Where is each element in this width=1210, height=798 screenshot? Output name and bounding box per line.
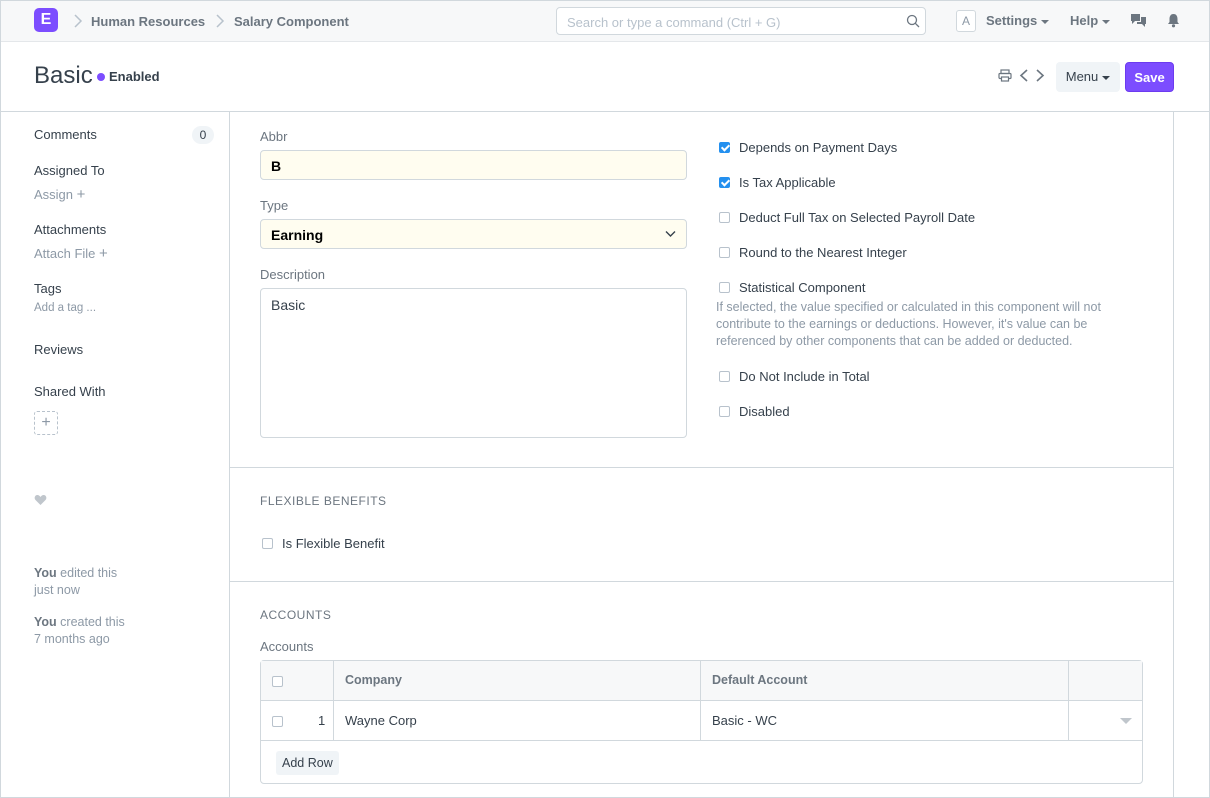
- sidebar-reviews: Reviews: [34, 342, 84, 357]
- search-icon: [906, 14, 920, 28]
- sidebar-shared-with: Shared With: [34, 384, 106, 399]
- sidebar-tags: Tags: [34, 281, 62, 296]
- status-badge: Enabled: [109, 69, 160, 84]
- activity-user: You: [34, 615, 57, 629]
- flexible-benefits-heading[interactable]: FLEXIBLE BENEFITS: [260, 494, 387, 508]
- activity-item: You created this 7 months ago: [34, 614, 154, 648]
- menu-button[interactable]: Menu: [1056, 62, 1120, 92]
- do-not-include-total-label: Do Not Include in Total: [739, 369, 870, 384]
- add-tag-input[interactable]: Add a tag ...: [34, 302, 96, 314]
- page-title: Basic: [34, 62, 93, 89]
- help-dropdown[interactable]: Help: [1070, 13, 1111, 28]
- select-all-checkbox[interactable]: [272, 676, 283, 687]
- is-tax-applicable-label: Is Tax Applicable: [739, 175, 836, 190]
- activity-action: created this: [60, 615, 125, 629]
- accounts-table-label: Accounts: [260, 639, 314, 654]
- table-header: Company Default Account: [261, 661, 1142, 701]
- column-company: Company: [345, 673, 402, 687]
- settings-dropdown[interactable]: Settings: [986, 13, 1050, 28]
- sidebar-comments[interactable]: Comments: [34, 127, 97, 142]
- assign-link[interactable]: Assign +: [34, 186, 85, 203]
- status-indicator: [97, 73, 105, 81]
- section-divider: [230, 467, 1173, 468]
- activity-time: just now: [34, 583, 80, 597]
- plus-icon: +: [99, 245, 108, 262]
- search-input[interactable]: Search or type a command (Ctrl + G): [556, 7, 926, 35]
- row-index: 1: [318, 713, 326, 728]
- description-textarea[interactable]: Basic: [260, 288, 687, 438]
- disabled-label: Disabled: [739, 404, 790, 419]
- description-label: Description: [260, 267, 326, 282]
- statistical-component-help: If selected, the value specified or calc…: [716, 300, 1101, 348]
- column-divider: [333, 661, 334, 741]
- section-divider: [230, 581, 1173, 582]
- statistical-component-label: Statistical Component: [739, 280, 866, 295]
- accounts-table: Company Default Account 1 Wayne Corp Bas…: [260, 660, 1143, 784]
- row-edit-caret-icon[interactable]: [1120, 718, 1132, 724]
- chevron-left-icon[interactable]: [1019, 69, 1029, 82]
- statistical-component-checkbox[interactable]: [719, 282, 730, 293]
- is-tax-applicable-checkbox[interactable]: [719, 177, 730, 188]
- bell-icon[interactable]: [1167, 13, 1180, 28]
- activity-user: You: [34, 566, 57, 580]
- is-flexible-benefit-checkbox[interactable]: [262, 538, 273, 549]
- chevron-right-icon: [216, 14, 225, 28]
- depends-on-payment-days-checkbox[interactable]: [719, 142, 730, 153]
- deduct-full-tax-label: Deduct Full Tax on Selected Payroll Date: [739, 210, 976, 225]
- menu-label: Menu: [1065, 69, 1099, 84]
- cell-default-account[interactable]: Basic - WC: [712, 713, 777, 728]
- printer-icon[interactable]: [998, 69, 1012, 82]
- breadcrumb-human-resources[interactable]: Human Resources: [91, 14, 205, 29]
- accounts-heading[interactable]: ACCOUNTS: [260, 608, 331, 622]
- depends-on-payment-days-label: Depends on Payment Days: [739, 140, 898, 155]
- activity-item: You edited this just now: [34, 565, 154, 599]
- sidebar-attachments: Attachments: [34, 222, 107, 237]
- caret-down-icon: [1102, 75, 1111, 80]
- heart-icon[interactable]: [34, 494, 47, 506]
- deduct-full-tax-checkbox[interactable]: [719, 212, 730, 223]
- abbr-label: Abbr: [260, 129, 288, 144]
- attach-file-label: Attach File: [34, 246, 96, 261]
- is-flexible-benefit-label: Is Flexible Benefit: [282, 536, 385, 551]
- row-select-checkbox[interactable]: [272, 716, 283, 727]
- navbar: E Human Resources Salary Component Searc…: [1, 1, 1209, 42]
- activity-action: edited this: [60, 566, 118, 580]
- comments-count-badge: 0: [192, 126, 214, 144]
- disabled-checkbox[interactable]: [719, 406, 730, 417]
- form-main: Abbr B Type Earning Description Basic De…: [229, 112, 1174, 798]
- assign-label: Assign: [34, 187, 74, 202]
- column-divider: [1068, 661, 1069, 741]
- plus-icon: +: [76, 186, 86, 203]
- caret-down-icon: [1041, 19, 1050, 24]
- table-row[interactable]: 1 Wayne Corp Basic - WC: [261, 701, 1142, 741]
- column-default-account: Default Account: [712, 673, 808, 687]
- chevron-right-icon[interactable]: [1035, 69, 1045, 82]
- breadcrumb-salary-component[interactable]: Salary Component: [234, 14, 349, 29]
- add-share-button[interactable]: +: [34, 411, 58, 435]
- add-row-button[interactable]: Add Row: [276, 751, 339, 775]
- search-placeholder: Search or type a command (Ctrl + G): [567, 15, 781, 30]
- chevron-right-icon: [74, 14, 83, 28]
- app-logo[interactable]: E: [34, 8, 58, 32]
- chat-icon[interactable]: [1130, 13, 1147, 28]
- avatar[interactable]: A: [956, 10, 976, 32]
- attach-file-link[interactable]: Attach File +: [34, 245, 108, 262]
- round-nearest-integer-checkbox[interactable]: [719, 247, 730, 258]
- type-select-value: Earning: [271, 227, 324, 243]
- column-divider: [700, 661, 701, 741]
- abbr-field[interactable]: B: [260, 150, 687, 180]
- type-label: Type: [260, 198, 289, 213]
- cell-company[interactable]: Wayne Corp: [345, 713, 417, 728]
- type-select[interactable]: Earning: [260, 219, 687, 249]
- help-label: Help: [1070, 13, 1099, 28]
- caret-down-icon: [1102, 19, 1111, 24]
- activity-time: 7 months ago: [34, 632, 110, 646]
- settings-label: Settings: [986, 13, 1038, 28]
- round-nearest-integer-label: Round to the Nearest Integer: [739, 245, 907, 260]
- chevron-down-icon: [665, 231, 676, 237]
- sidebar-assigned-to: Assigned To: [34, 163, 105, 178]
- save-button[interactable]: Save: [1125, 62, 1174, 92]
- do-not-include-total-checkbox[interactable]: [719, 371, 730, 382]
